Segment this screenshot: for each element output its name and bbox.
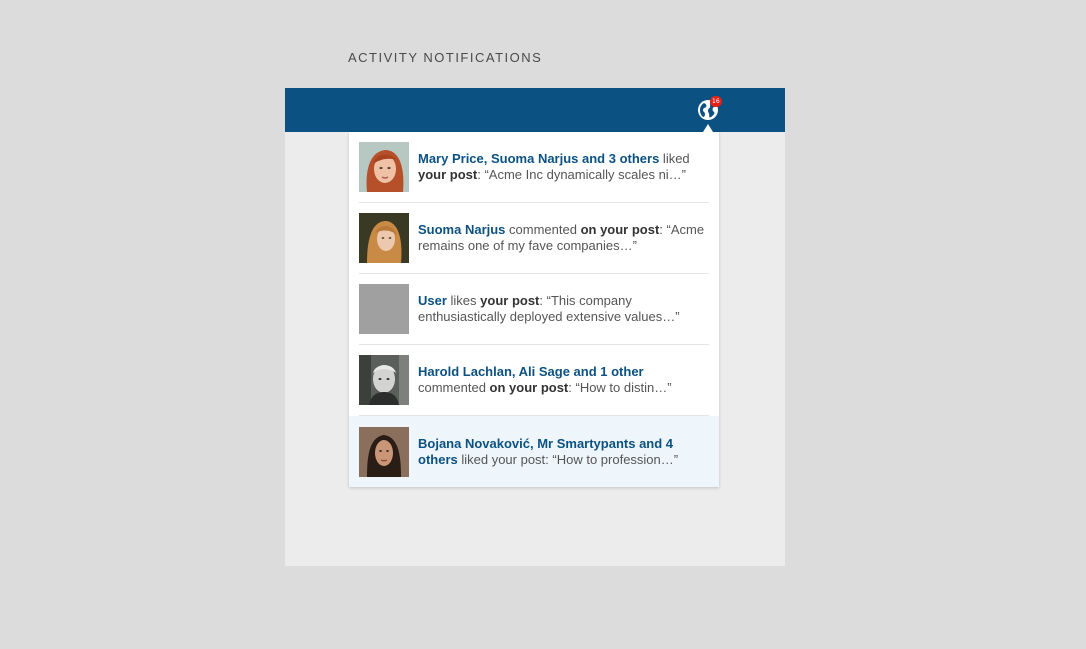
post-link[interactable]: your post (480, 293, 539, 308)
app-frame: 16 Mary Price, Suoma Narjus and 3 others… (285, 88, 785, 566)
notification-count-badge: 16 (710, 96, 722, 107)
post-link[interactable]: on your post (581, 222, 660, 237)
actor-link[interactable]: User (418, 293, 447, 308)
notification-item-unread[interactable]: Bojana Novaković, Mr Smartypants and 4 o… (349, 416, 719, 487)
notification-item[interactable]: User likes your post: “This company enth… (359, 274, 709, 345)
notification-item[interactable]: Suoma Narjus commented on your post: “Ac… (359, 203, 709, 274)
post-link[interactable]: on your post (490, 380, 569, 395)
top-navigation-bar: 16 (285, 88, 785, 132)
notifications-button[interactable]: 16 (697, 96, 722, 121)
notification-item[interactable]: Harold Lachlan, Ali Sage and 1 other com… (359, 345, 709, 416)
actor-link[interactable]: Suoma Narjus (418, 222, 505, 237)
notification-text: Suoma Narjus commented on your post: “Ac… (418, 222, 705, 253)
notification-item[interactable]: Mary Price, Suoma Narjus and 3 others li… (359, 132, 709, 203)
actor-link[interactable]: Mary Price, Suoma Narjus and 3 others (418, 151, 659, 166)
avatar (359, 213, 409, 263)
avatar (359, 142, 409, 192)
avatar (359, 355, 409, 405)
actor-link[interactable]: Harold Lachlan, Ali Sage and 1 other (418, 364, 644, 379)
dropdown-caret (703, 124, 713, 132)
avatar (359, 426, 409, 477)
notification-text: Mary Price, Suoma Narjus and 3 others li… (418, 151, 690, 182)
notification-text: Harold Lachlan, Ali Sage and 1 other com… (418, 364, 672, 395)
post-link[interactable]: your post (418, 167, 477, 182)
notification-text: User likes your post: “This company enth… (418, 293, 680, 324)
notification-text: Bojana Novaković, Mr Smartypants and 4 o… (418, 435, 679, 467)
page-title: ACTIVITY NOTIFICATIONS (348, 50, 543, 65)
avatar-placeholder (359, 284, 409, 334)
notifications-dropdown: Mary Price, Suoma Narjus and 3 others li… (349, 132, 719, 487)
